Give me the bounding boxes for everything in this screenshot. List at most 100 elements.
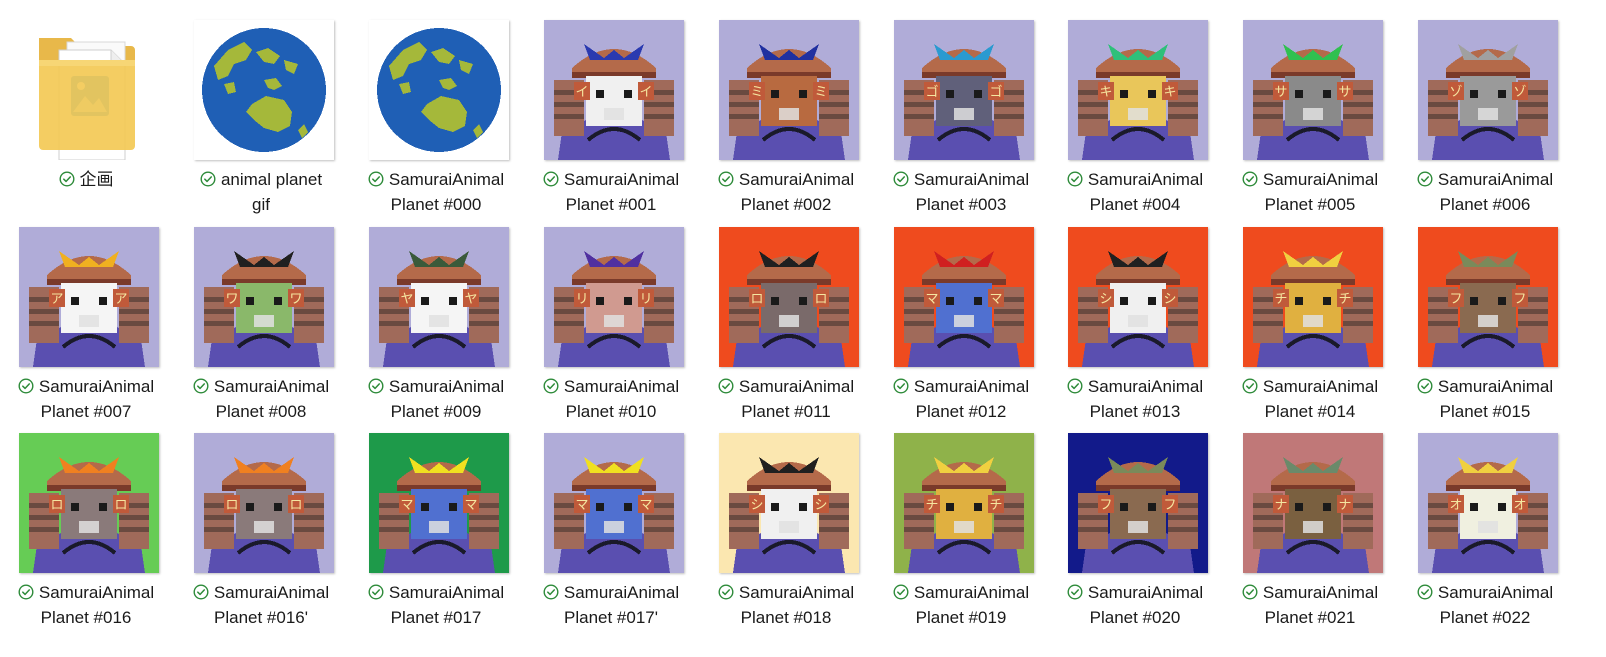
samurai-animal-thumbnail[interactable]: リリ <box>544 227 684 367</box>
synced-check-icon <box>543 584 559 600</box>
file-name[interactable]: SamuraiAnimal Planet #016 <box>0 580 172 630</box>
file-name[interactable]: SamuraiAnimal Planet #021 <box>1224 580 1396 630</box>
svg-text:ロ: ロ <box>225 498 238 513</box>
samurai-animal-thumbnail[interactable]: ササ <box>1243 20 1383 160</box>
synced-check-icon <box>543 378 559 394</box>
file-item[interactable]: ナナ SamuraiAnimal Planet #021 <box>1224 413 1396 627</box>
samurai-animal-thumbnail[interactable]: ママ <box>369 433 509 573</box>
samurai-animal-thumbnail[interactable]: シシ <box>719 433 859 573</box>
svg-text:ミ: ミ <box>814 85 827 100</box>
file-item[interactable]: フフ SamuraiAnimal Planet #015 <box>1399 207 1571 421</box>
file-name[interactable]: SamuraiAnimal Planet #016' <box>175 580 347 630</box>
file-item[interactable]: ママ SamuraiAnimal Planet #017 <box>350 413 522 627</box>
synced-check-icon <box>1417 584 1433 600</box>
file-item[interactable]: SamuraiAnimal Planet #000 <box>350 0 522 214</box>
file-item[interactable]: ロロ SamuraiAnimal Planet #016' <box>175 413 347 627</box>
file-item[interactable]: シシ SamuraiAnimal Planet #013 <box>1049 207 1221 421</box>
file-item[interactable]: キキ SamuraiAnimal Planet #004 <box>1049 0 1221 214</box>
file-item[interactable]: フフ SamuraiAnimal Planet #020 <box>1049 413 1221 627</box>
samurai-animal-thumbnail[interactable]: ロロ <box>719 227 859 367</box>
file-name-line1: SamuraiAnimal <box>1262 583 1379 602</box>
file-name-line1: SamuraiAnimal <box>1262 170 1379 189</box>
samurai-animal-thumbnail[interactable]: イイ <box>544 20 684 160</box>
synced-check-icon <box>368 171 384 187</box>
folder-item[interactable]: 企画 <box>0 0 172 210</box>
svg-text:オ: オ <box>1513 498 1526 513</box>
samurai-animal-thumbnail[interactable]: フフ <box>1418 227 1558 367</box>
samurai-animal-thumbnail[interactable]: オオ <box>1418 433 1558 573</box>
file-item[interactable]: アア SamuraiAnimal Planet #007 <box>0 207 172 421</box>
file-item[interactable]: ゴゴ SamuraiAnimal Planet #003 <box>875 0 1047 214</box>
svg-text:フ: フ <box>1099 498 1112 513</box>
svg-text:ア: ア <box>50 292 63 307</box>
file-item[interactable]: ロロ SamuraiAnimal Planet #016 <box>0 413 172 627</box>
svg-text:マ: マ <box>925 292 938 307</box>
file-item[interactable]: ママ SamuraiAnimal Planet #017' <box>525 413 697 627</box>
file-item[interactable]: ササ SamuraiAnimal Planet #005 <box>1224 0 1396 214</box>
file-item[interactable]: animal planet gif <box>175 0 347 214</box>
synced-check-icon <box>718 378 734 394</box>
samurai-animal-thumbnail[interactable]: ママ <box>544 433 684 573</box>
file-item[interactable]: イイ SamuraiAnimal Planet #001 <box>525 0 697 214</box>
file-item[interactable]: オオ SamuraiAnimal Planet #022 <box>1399 413 1571 627</box>
file-name-line1: SamuraiAnimal <box>388 170 505 189</box>
samurai-animal-thumbnail[interactable]: シシ <box>1068 227 1208 367</box>
svg-text:ナ: ナ <box>1338 498 1351 513</box>
samurai-animal-thumbnail[interactable]: ゴゴ <box>894 20 1034 160</box>
planet-thumbnail[interactable] <box>194 20 334 160</box>
svg-text:イ: イ <box>575 85 588 100</box>
file-name[interactable]: SamuraiAnimal Planet #020 <box>1049 580 1221 630</box>
planet-thumbnail[interactable] <box>369 20 509 160</box>
file-name-line1: SamuraiAnimal <box>738 170 855 189</box>
samurai-animal-thumbnail[interactable]: ゾゾ <box>1418 20 1558 160</box>
svg-text:ゾ: ゾ <box>1449 85 1462 100</box>
file-name-line2: Planet #019 <box>915 608 1007 627</box>
file-item[interactable]: ミミ SamuraiAnimal Planet #002 <box>700 0 872 214</box>
synced-check-icon <box>1067 378 1083 394</box>
file-name-line1: SamuraiAnimal <box>738 377 855 396</box>
samurai-animal-thumbnail[interactable]: ミミ <box>719 20 859 160</box>
svg-text:ミ: ミ <box>750 85 763 100</box>
svg-text:フ: フ <box>1163 498 1176 513</box>
file-item[interactable]: シシ SamuraiAnimal Planet #018 <box>700 413 872 627</box>
samurai-animal-thumbnail[interactable]: ママ <box>894 227 1034 367</box>
file-name[interactable]: 企画 <box>0 167 172 192</box>
file-item[interactable]: ゾゾ SamuraiAnimal Planet #006 <box>1399 0 1571 214</box>
file-grid: 企画 animal planet gif SamuraiAnimal Planet #0… <box>0 0 1606 657</box>
svg-text:ワ: ワ <box>225 292 238 307</box>
file-item[interactable]: チチ SamuraiAnimal Planet #014 <box>1224 207 1396 421</box>
samurai-animal-thumbnail[interactable]: チチ <box>894 433 1034 573</box>
samurai-animal-thumbnail[interactable]: アア <box>19 227 159 367</box>
svg-text:ワ: ワ <box>289 292 302 307</box>
folder-icon[interactable] <box>19 20 159 160</box>
file-name[interactable]: SamuraiAnimal Planet #018 <box>700 580 872 630</box>
samurai-animal-thumbnail[interactable]: ワワ <box>194 227 334 367</box>
file-name-line1: SamuraiAnimal <box>563 170 680 189</box>
file-item[interactable]: ワワ SamuraiAnimal Planet #008 <box>175 207 347 421</box>
file-name-line1: SamuraiAnimal <box>913 377 1030 396</box>
file-name[interactable]: SamuraiAnimal Planet #022 <box>1399 580 1571 630</box>
file-name-line2: Planet #021 <box>1264 608 1356 627</box>
samurai-animal-thumbnail[interactable]: ロロ <box>194 433 334 573</box>
svg-text:マ: マ <box>639 498 652 513</box>
file-name[interactable]: SamuraiAnimal Planet #017' <box>525 580 697 630</box>
file-item[interactable]: チチ SamuraiAnimal Planet #019 <box>875 413 1047 627</box>
svg-text:チ: チ <box>1274 292 1287 307</box>
file-name[interactable]: SamuraiAnimal Planet #019 <box>875 580 1047 630</box>
samurai-animal-thumbnail[interactable]: ヤヤ <box>369 227 509 367</box>
file-name-line1: SamuraiAnimal <box>213 583 330 602</box>
samurai-animal-thumbnail[interactable]: キキ <box>1068 20 1208 160</box>
file-item[interactable]: ロロ SamuraiAnimal Planet #011 <box>700 207 872 421</box>
svg-text:シ: シ <box>814 498 827 513</box>
svg-text:リ: リ <box>639 292 652 307</box>
file-name[interactable]: SamuraiAnimal Planet #017 <box>350 580 522 630</box>
samurai-animal-thumbnail[interactable]: フフ <box>1068 433 1208 573</box>
samurai-animal-thumbnail[interactable]: チチ <box>1243 227 1383 367</box>
file-item[interactable]: ヤヤ SamuraiAnimal Planet #009 <box>350 207 522 421</box>
file-item[interactable]: ママ SamuraiAnimal Planet #012 <box>875 207 1047 421</box>
samurai-animal-thumbnail[interactable]: ロロ <box>19 433 159 573</box>
synced-check-icon <box>18 584 34 600</box>
svg-text:ロ: ロ <box>750 292 763 307</box>
file-item[interactable]: リリ SamuraiAnimal Planet #010 <box>525 207 697 421</box>
samurai-animal-thumbnail[interactable]: ナナ <box>1243 433 1383 573</box>
